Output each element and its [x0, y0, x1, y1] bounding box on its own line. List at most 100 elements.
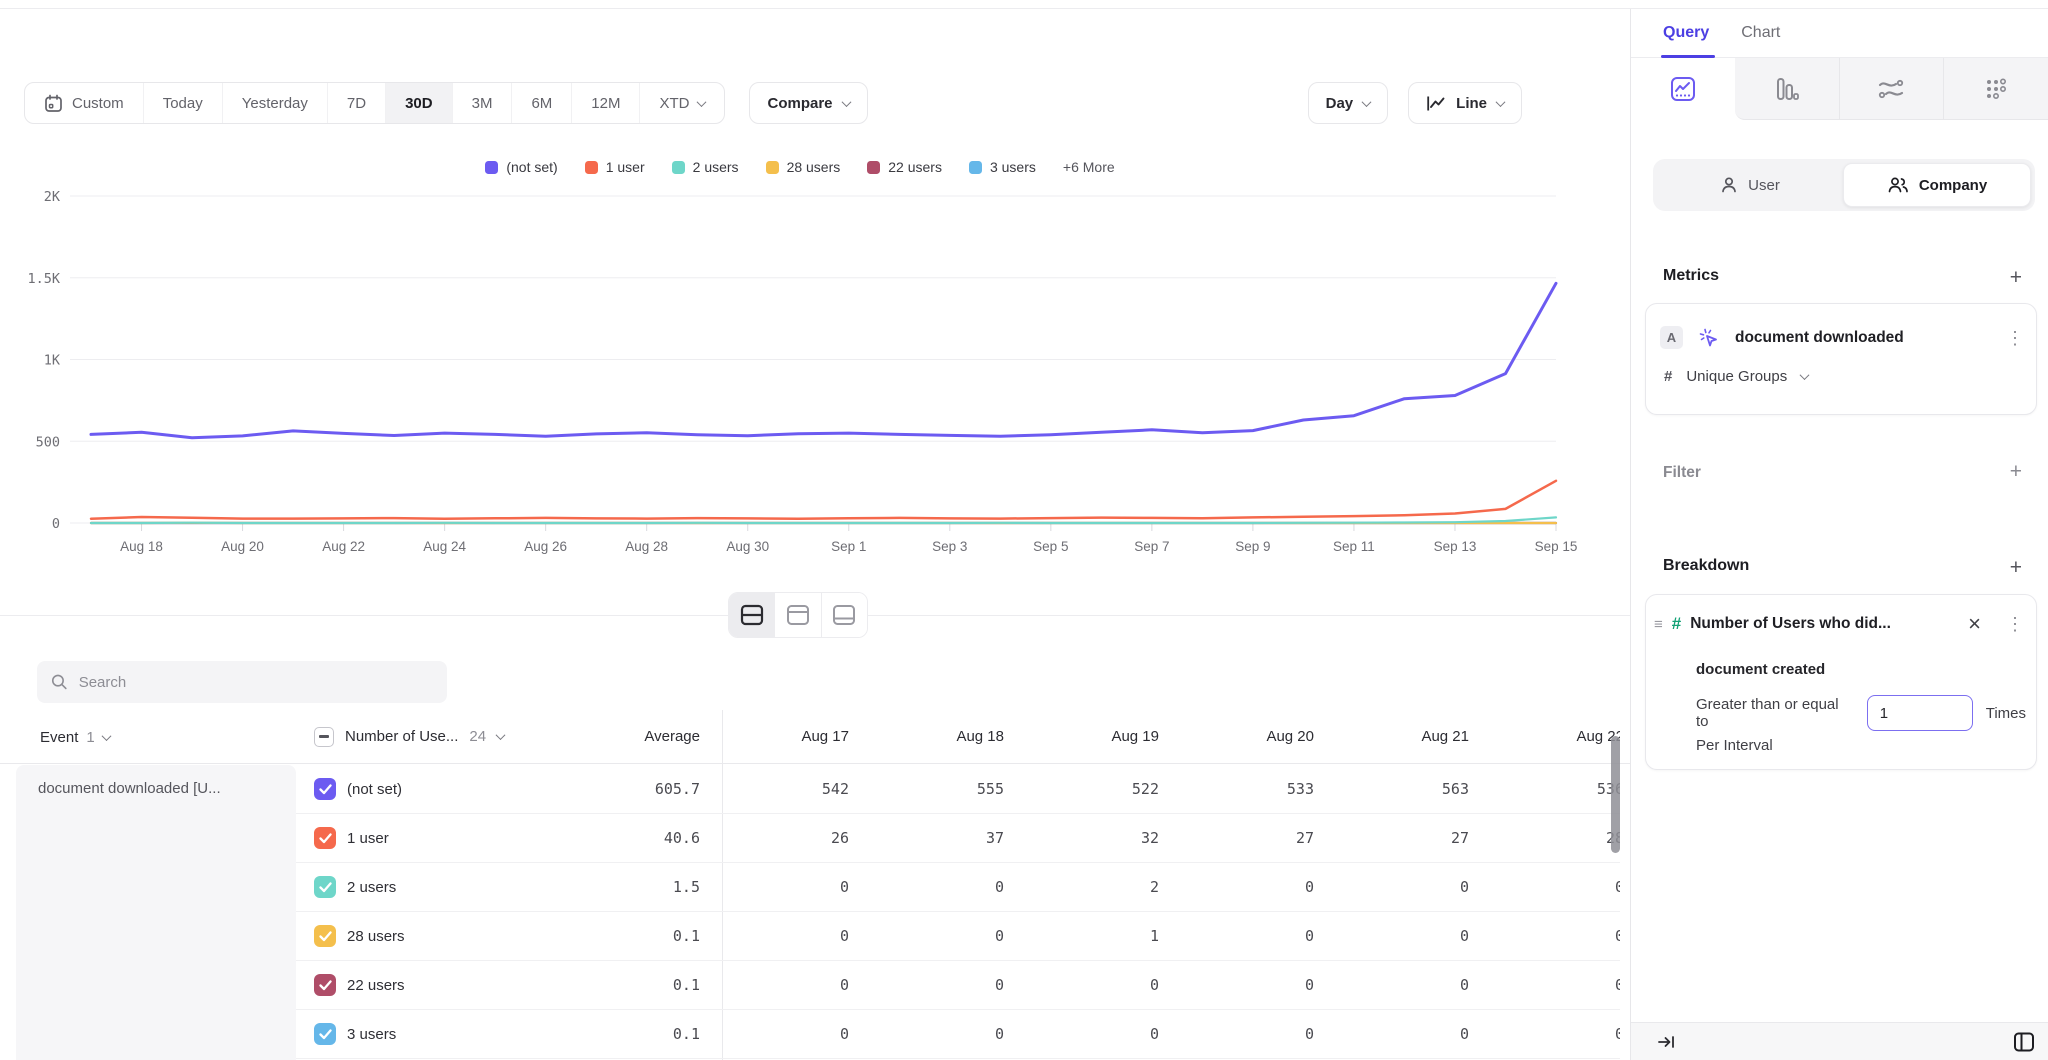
series-checkbox[interactable]: [314, 1023, 336, 1045]
legend-item[interactable]: 3 users: [969, 159, 1036, 175]
date-column-header[interactable]: Aug 22: [1493, 728, 1620, 745]
legend-item[interactable]: 22 users: [867, 159, 942, 175]
bar-chart-icon: [1775, 76, 1799, 102]
layout-table-button[interactable]: [821, 593, 867, 637]
breakdown-card[interactable]: ≡ # Number of Users who did... × ⋮ docum…: [1645, 594, 2037, 770]
series-label: 22 users: [347, 977, 405, 994]
chart-type-line-tab[interactable]: [1631, 58, 1735, 120]
range-button-7d[interactable]: 7D: [327, 83, 385, 123]
cell-value: 0: [718, 927, 873, 945]
breakdown-event[interactable]: document created: [1696, 661, 1825, 678]
chart-type-bar-tab[interactable]: [1735, 58, 1839, 120]
drag-handle-icon[interactable]: ≡: [1654, 616, 1663, 633]
metric-event-name[interactable]: document downloaded: [1735, 329, 1991, 347]
interval-dropdown[interactable]: Day: [1308, 82, 1389, 124]
range-label: 3M: [472, 95, 493, 112]
range-button-30d[interactable]: 30D: [385, 83, 452, 123]
cell-value: 2: [1028, 878, 1183, 896]
legend-item[interactable]: 28 users: [766, 159, 841, 175]
legend-label: 3 users: [990, 159, 1036, 175]
series-count: 24: [469, 728, 486, 745]
series-column-header[interactable]: Number of Use... 24: [296, 727, 600, 747]
event-column-header[interactable]: Event 1: [40, 710, 110, 764]
legend-more-button[interactable]: +6 More: [1063, 159, 1115, 175]
close-icon[interactable]: ×: [1968, 613, 1981, 635]
range-button-xtd[interactable]: XTD: [639, 83, 724, 123]
x-tick-label: Aug 28: [625, 539, 668, 554]
select-all-checkbox[interactable]: [314, 727, 334, 747]
breakdown-condition[interactable]: Greater than or equal to: [1696, 696, 1854, 730]
compare-button[interactable]: Compare: [749, 82, 867, 124]
series-checkbox[interactable]: [314, 876, 336, 898]
range-button-yesterday[interactable]: Yesterday: [222, 83, 327, 123]
breakdown-per-interval[interactable]: Per Interval: [1696, 737, 1773, 754]
date-range-group: CustomTodayYesterday7D30D 3M 6M 12M XTD: [24, 82, 725, 124]
layout-split-button[interactable]: [729, 593, 774, 637]
vertical-scrollbar[interactable]: [1611, 736, 1620, 853]
legend-item[interactable]: 1 user: [585, 159, 645, 175]
series-checkbox[interactable]: [314, 925, 336, 947]
cell-value: 0: [873, 878, 1028, 896]
range-button-custom[interactable]: Custom: [25, 83, 143, 123]
x-tick-label: Aug 30: [726, 539, 769, 554]
query-sidebar: Query Chart User C: [1630, 9, 2048, 1060]
table-row: (not set)605.7542555522533563536: [296, 765, 1620, 814]
cell-value: 0: [1493, 1025, 1620, 1043]
average-header[interactable]: Average: [600, 728, 718, 745]
add-metric-button[interactable]: +: [2010, 267, 2022, 288]
series-checkbox[interactable]: [314, 974, 336, 996]
date-column-header[interactable]: Aug 19: [1028, 728, 1183, 745]
chart-type-flow-tab[interactable]: [1839, 58, 1944, 120]
x-tick-label: Sep 9: [1235, 539, 1270, 554]
series-checkbox[interactable]: [314, 778, 336, 800]
legend-swatch: [766, 161, 779, 174]
chart-type-scatter-tab[interactable]: [1943, 58, 2048, 120]
legend-item[interactable]: (not set): [485, 159, 557, 175]
series-line--not-set-[interactable]: [91, 283, 1556, 437]
chevron-down-icon: [101, 731, 111, 741]
add-filter-button[interactable]: +: [2010, 461, 2022, 482]
cell-value: 542: [718, 780, 873, 798]
date-column-header[interactable]: Aug 18: [873, 728, 1028, 745]
table-row: 2 users1.5002000: [296, 863, 1620, 912]
average-value: 0.1: [600, 976, 718, 994]
flow-icon: [1877, 78, 1905, 100]
search-input[interactable]: [79, 674, 433, 691]
date-column-header[interactable]: Aug 20: [1183, 728, 1338, 745]
measure-label[interactable]: Unique Groups: [1686, 368, 1787, 385]
add-breakdown-button[interactable]: +: [2010, 557, 2022, 578]
range-button-12m[interactable]: 12M: [571, 83, 639, 123]
x-tick-label: Aug 22: [322, 539, 365, 554]
series-line-1-user[interactable]: [91, 481, 1556, 519]
chart-type-dropdown[interactable]: Line: [1408, 82, 1522, 124]
collapse-panel-icon[interactable]: [1657, 1034, 1677, 1050]
toggle-user[interactable]: User: [1657, 163, 1843, 207]
range-button-3m[interactable]: 3M: [452, 83, 512, 123]
cell-value: 0: [1183, 1025, 1338, 1043]
range-button-today[interactable]: Today: [143, 83, 222, 123]
layout-chart-button[interactable]: [774, 593, 820, 637]
breakdown-title[interactable]: Number of Users who did...: [1690, 615, 1959, 633]
layout-toggle-group: [728, 592, 868, 638]
series-checkbox[interactable]: [314, 827, 336, 849]
kebab-menu-icon[interactable]: ⋮: [2006, 615, 2024, 633]
times-input[interactable]: [1867, 695, 1973, 731]
toggle-company[interactable]: Company: [1843, 163, 2031, 207]
check-icon: [320, 785, 330, 793]
line-chart-icon: [1670, 76, 1696, 102]
check-icon: [320, 1030, 330, 1038]
range-label: 12M: [591, 95, 620, 112]
kebab-menu-icon[interactable]: ⋮: [2006, 329, 2024, 347]
number-property-icon: #: [1672, 614, 1681, 634]
date-column-header[interactable]: Aug 17: [718, 728, 873, 745]
legend-item[interactable]: 2 users: [672, 159, 739, 175]
cell-value: 0: [873, 927, 1028, 945]
range-label: 6M: [531, 95, 552, 112]
cell-value: 0: [718, 878, 873, 896]
metric-card[interactable]: A document downloaded ⋮ # Unique Groups: [1645, 303, 2037, 415]
tab-chart[interactable]: Chart: [1741, 24, 1780, 42]
range-button-6m[interactable]: 6M: [511, 83, 571, 123]
date-column-header[interactable]: Aug 21: [1338, 728, 1493, 745]
tab-query[interactable]: Query: [1663, 24, 1709, 42]
toggle-sidebar-icon[interactable]: [2012, 1030, 2036, 1054]
